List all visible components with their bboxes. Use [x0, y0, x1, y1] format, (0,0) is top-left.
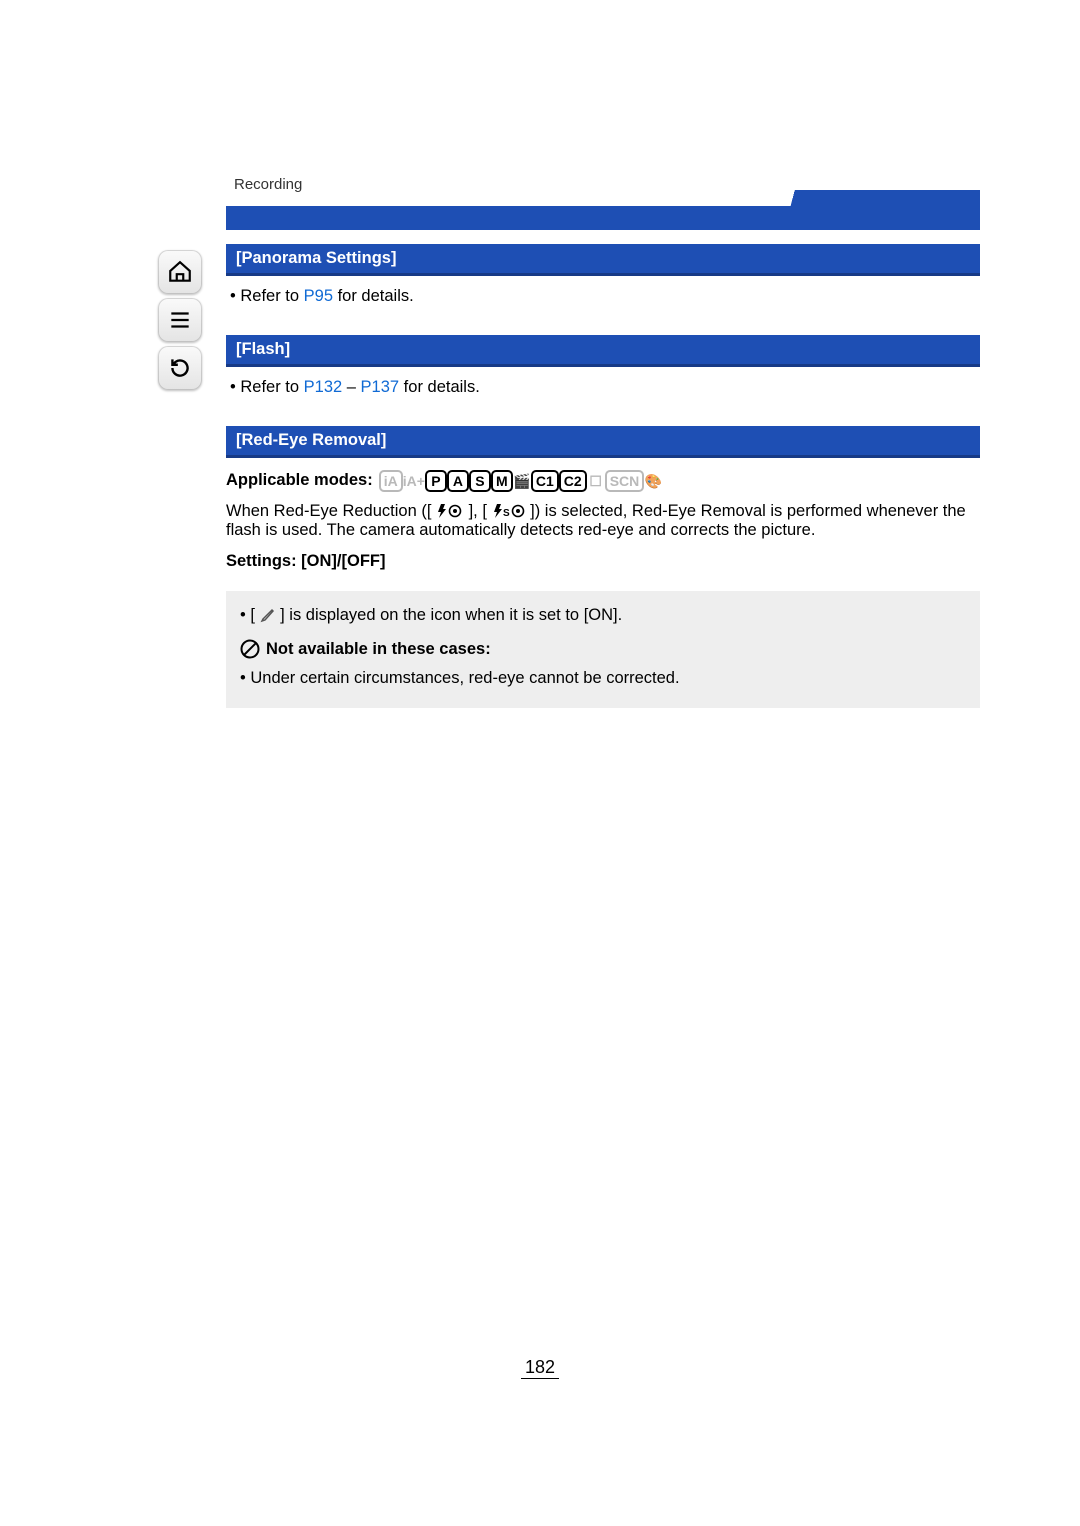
home-icon [167, 259, 193, 285]
note-box: • [ ] is displayed on the icon when it i… [226, 591, 980, 708]
link-p132[interactable]: P132 [304, 378, 343, 396]
mode-panorama: ☐ [587, 470, 605, 492]
mode-program: P [425, 470, 447, 492]
applicable-modes: Applicable modes: iAiA+PASM🎬C1C2☐SCN🎨 [226, 470, 980, 493]
mode-custom2: C2 [559, 470, 587, 492]
page-number: 182 [0, 1357, 1080, 1378]
back-button[interactable] [158, 346, 202, 390]
flash-redeye-icon [436, 503, 464, 519]
redeye-description: When Red-Eye Reduction ([ ], [ S ]) is s… [226, 502, 980, 540]
list-icon [167, 307, 193, 333]
breadcrumb: Recording [226, 190, 980, 230]
contents-button[interactable] [158, 298, 202, 342]
mode-scene: SCN [605, 470, 645, 492]
not-available-heading: Not available in these cases: [240, 637, 966, 663]
back-icon [167, 355, 193, 381]
panorama-refer-line: • Refer to P95 for details. [228, 284, 980, 309]
mode-intelligent-auto-plus: iA+ [403, 470, 425, 492]
link-p137[interactable]: P137 [361, 378, 400, 396]
link-p95[interactable]: P95 [304, 287, 333, 305]
correction-icon [260, 607, 276, 623]
mode-creative-video: 🎬 [513, 470, 531, 492]
not-available-icon [240, 639, 260, 659]
breadcrumb-bar [226, 206, 980, 230]
section-heading-flash: [Flash] [226, 335, 980, 367]
mode-shutter: S [469, 470, 491, 492]
mode-creative-control: 🎨 [644, 470, 662, 492]
breadcrumb-text: Recording [234, 176, 302, 193]
svg-text:S: S [503, 508, 510, 519]
mode-custom1: C1 [531, 470, 559, 492]
settings-options: Settings: [ON]/[OFF] [226, 552, 980, 571]
applicable-modes-label: Applicable modes: [226, 471, 373, 490]
mode-manual: M [491, 470, 513, 492]
mode-intelligent-auto: iA [379, 470, 403, 492]
section-heading-redeye: [Red-Eye Removal] [226, 426, 980, 458]
flash-refer-line: • Refer to P132 – P137 for details. [228, 375, 980, 400]
flash-slow-redeye-icon: S [492, 503, 526, 519]
mode-aperture: A [447, 470, 469, 492]
section-heading-panorama: [Panorama Settings] [226, 244, 980, 276]
home-button[interactable] [158, 250, 202, 294]
icon-on-note: • [ ] is displayed on the icon when it i… [240, 603, 966, 629]
not-available-item: • Under certain circumstances, red-eye c… [240, 666, 966, 692]
